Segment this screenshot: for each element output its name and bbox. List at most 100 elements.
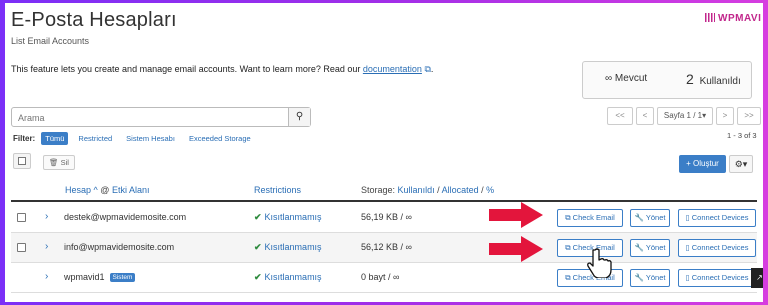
table-row: › wpmavid1 Sistem ✔ Kısıtlanmamış 0 bayt /… [11,263,757,293]
sort-asc-icon: ^ [93,185,98,195]
manage-label: Yönet [645,243,666,252]
last-page-button[interactable]: >> [737,107,761,125]
create-button[interactable]: + Oluştur [679,155,726,173]
account-column-header[interactable]: Hesap ^ @ Etki Alanı [65,185,149,195]
infinity-icon: ∞ [605,73,613,84]
gear-icon: ⚙ [734,159,743,169]
external-link-icon: ⧉ [565,243,571,252]
system-badge: Sistem [109,273,136,282]
brand-logo: WPMAVI [705,13,761,24]
mobile-icon: ▯ [685,243,690,252]
wrench-icon: 🔧 [634,213,644,222]
mobile-icon: ▯ [685,273,690,282]
row-checkbox[interactable] [17,243,26,252]
email-accounts-panel: E-Posta Hesapları List Email Accounts WP… [5,3,763,302]
documentation-link[interactable]: documentation [363,64,422,74]
page-select[interactable]: Sayfa 1 / 1▾ [657,107,713,125]
check-email-label: Check Email [572,213,615,222]
hand-cursor-icon [587,248,612,278]
chart-icon[interactable]: ↗ [751,268,763,288]
settings-dropdown-button[interactable]: ⚙▾ [729,155,753,173]
trash-icon: 🗑 [49,158,59,167]
red-arrow-icon [489,202,543,228]
account-stats-box: ∞ Mevcut 2 Kullanıldı [582,61,752,99]
page-title: E-Posta Hesapları [11,9,177,31]
unlimited-stat: ∞ Mevcut [605,73,647,84]
restriction-status[interactable]: ✔ Kısıtlanmamış [254,242,322,253]
next-page-button[interactable]: > [716,107,734,125]
table-row: › destek@wpmavidemosite.com ✔ Kısıtlanmam… [11,203,757,233]
used-stat: 2 Kullanıldı [686,71,741,87]
storage-usage: 56,12 KB / ∞ [361,242,412,252]
wrench-icon: 🔧 [634,273,644,282]
manage-button[interactable]: 🔧 Yönet [630,239,670,257]
connect-devices-button[interactable]: ▯ Connect Devices [678,209,756,227]
intro-sentence: This feature lets you create and manage … [11,64,361,74]
used-count: 2 [686,71,694,87]
sort-restrictions-link[interactable]: Restrictions [254,185,301,195]
sort-domain-link[interactable]: Etki Alanı [112,185,150,195]
restriction-label: Kısıtlanmamış [264,242,322,252]
results-range: 1 - 3 of 3 [727,131,757,140]
search-box: ⚲ [11,107,311,127]
table-row: › info@wpmavidemosite.com ✔ Kısıtlanmamış… [11,233,757,263]
restriction-status[interactable]: ✔ Kısıtlanmamış [254,212,322,223]
expand-row-icon[interactable]: › [45,271,48,282]
delete-label: Sil [60,158,69,167]
brand-logo-icon [705,13,715,22]
red-arrow-icon [489,236,543,262]
account-name: wpmavid1 Sistem [64,272,136,282]
sort-account-link[interactable]: Hesap [65,185,91,195]
search-button[interactable]: ⚲ [288,108,310,126]
connect-devices-button[interactable]: ▯ Connect Devices [678,269,756,287]
restriction-label: Kısıtlanmamış [264,272,322,282]
sort-used-link[interactable]: Kullanıldı [398,185,435,195]
connect-devices-button[interactable]: ▯ Connect Devices [678,239,756,257]
filter-all[interactable]: Tümü [41,132,69,145]
external-link-icon: ⧉ [565,213,571,222]
plus-icon: + [686,159,691,168]
search-input[interactable] [12,109,288,127]
page-subtitle: List Email Accounts [11,36,90,46]
sort-allocated-link[interactable]: Allocated [442,185,479,195]
checkbox-box [18,157,26,165]
search-icon: ⚲ [295,111,304,122]
storage-label: Storage: [361,185,396,195]
restrictions-column-header[interactable]: Restrictions [254,185,301,195]
filter-bar: Filter: Tümü Restricted Sistem Hesabı Ex… [13,132,255,145]
used-label: Kullanıldı [699,76,741,87]
expand-row-icon[interactable]: › [45,241,48,252]
filter-restricted[interactable]: Restricted [74,132,116,145]
account-email: destek@wpmavidemosite.com [64,212,187,222]
intro-text: This feature lets you create and manage … [11,64,433,75]
storage-usage: 0 bayt / ∞ [361,272,400,282]
sort-percent-link[interactable]: % [486,185,494,195]
pagination: << < Sayfa 1 / 1▾ > >> [607,107,761,125]
delete-button[interactable]: 🗑 Sil [43,155,75,170]
check-icon: ✔ [254,212,262,222]
first-page-button[interactable]: << [607,107,633,125]
mobile-icon: ▯ [685,213,690,222]
manage-button[interactable]: 🔧 Yönet [630,269,670,287]
table-header: Hesap ^ @ Etki Alanı Restrictions Storag… [11,178,757,202]
check-email-button[interactable]: ⧉ Check Email [557,209,623,227]
connect-devices-label: Connect Devices [691,213,749,222]
restriction-label: Kısıtlanmamış [264,212,322,222]
at-sign: @ [100,185,110,195]
row-checkbox[interactable] [17,213,26,222]
intro-end: . [430,64,434,74]
chevron-down-icon: ▾ [702,111,707,120]
connect-devices-label: Connect Devices [691,273,749,282]
expand-row-icon[interactable]: › [45,211,48,222]
storage-usage: 56,19 KB / ∞ [361,212,412,222]
filter-exceeded-storage[interactable]: Exceeded Storage [185,132,255,145]
create-label: Oluştur [693,159,719,168]
brand-name: WPMAVI [718,13,762,24]
select-all-checkbox[interactable] [13,153,31,169]
filter-system-account[interactable]: Sistem Hesabı [122,132,179,145]
prev-page-button[interactable]: < [636,107,654,125]
restriction-status[interactable]: ✔ Kısıtlanmamış [254,272,322,283]
account-email: info@wpmavidemosite.com [64,242,175,252]
account-username: wpmavid1 [64,272,105,282]
manage-button[interactable]: 🔧 Yönet [630,209,670,227]
